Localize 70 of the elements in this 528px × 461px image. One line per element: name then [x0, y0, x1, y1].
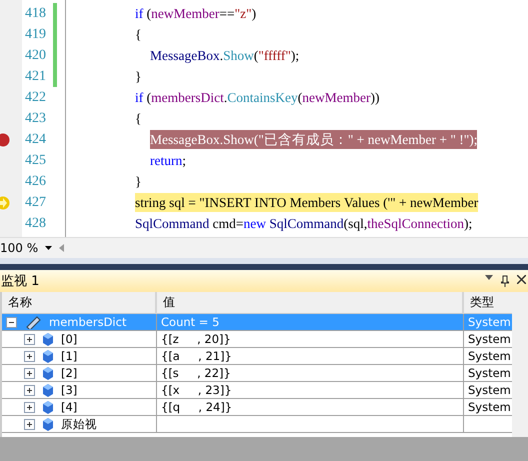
line-number: 425	[25, 152, 46, 168]
variable-name: membersDict	[49, 315, 126, 329]
close-icon[interactable]	[517, 275, 526, 284]
code-line: }	[135, 173, 142, 191]
scroll-left-icon[interactable]	[58, 244, 64, 252]
scrollbar[interactable]	[512, 292, 528, 437]
code-line: MessageBox.Show("fffff");	[150, 47, 300, 65]
field-icon	[43, 400, 53, 414]
expand-icon[interactable]	[24, 418, 35, 430]
variable-type: System.	[468, 315, 512, 329]
variable-name: [1]	[61, 349, 78, 363]
code-line: if (newMember=="z")	[135, 5, 256, 23]
dropdown-icon[interactable]	[485, 275, 493, 280]
line-number: 418	[25, 6, 46, 22]
variable-name: [3]	[61, 383, 78, 397]
variable-value: {[s , 22]}	[161, 366, 231, 380]
field-icon	[43, 366, 53, 380]
variable-name: [4]	[61, 400, 78, 414]
code-line: if (membersDict.ContainsKey(newMember))	[135, 89, 380, 107]
watch-row[interactable]: [1]	[2, 348, 157, 365]
variable-type: System.	[468, 366, 512, 380]
panel-title: 监视 1	[1, 273, 40, 290]
code-line: {	[135, 110, 142, 128]
line-number: 423	[25, 110, 46, 126]
watch-row[interactable]: 原始视	[2, 416, 157, 433]
field-icon	[43, 332, 53, 346]
watch-row[interactable]: [3]	[2, 382, 157, 399]
variable-value: Count = 5	[161, 315, 220, 329]
variable-name: 原始视	[61, 416, 97, 432]
variable-type: System.	[468, 383, 512, 397]
zoom-dropdown[interactable]: 100 %	[0, 241, 52, 255]
line-number: 427	[25, 194, 46, 210]
line-number: 419	[25, 26, 46, 42]
column-header[interactable]: 类型	[464, 292, 512, 314]
caret-icon	[45, 246, 52, 250]
variable-type: System.	[468, 332, 512, 346]
variable-type: System.	[468, 400, 512, 414]
field-icon	[43, 418, 53, 430]
variable-value: {[z , 20]}	[161, 332, 231, 346]
column-header[interactable]: 名称	[2, 292, 157, 314]
column-header[interactable]: 值	[157, 292, 464, 314]
variable-name: [0]	[61, 332, 78, 346]
line-number: 428	[25, 216, 46, 232]
code-line: return;	[150, 152, 186, 170]
line-number: 426	[25, 174, 46, 190]
variable-value: {[a , 21]}	[161, 349, 232, 363]
field-icon	[43, 384, 53, 396]
variable-name: [2]	[61, 366, 78, 380]
expand-icon[interactable]	[24, 402, 35, 412]
watch-row[interactable]: [0]	[2, 331, 157, 348]
line-number: 420	[25, 48, 46, 64]
variable-value: {[x , 23]}	[161, 383, 232, 397]
variable-value: {[q , 24]}	[161, 400, 232, 414]
line-number: 422	[25, 90, 46, 106]
expand-icon[interactable]	[24, 368, 35, 378]
variable-type: System.	[468, 349, 512, 363]
expand-icon[interactable]	[24, 350, 35, 362]
watch-row[interactable]: [2]	[2, 365, 157, 382]
field-icon	[43, 350, 53, 362]
code-line: }	[135, 68, 142, 86]
line-number: 421	[25, 68, 46, 84]
breakpoint-icon[interactable]	[0, 132, 10, 146]
code-line: {	[135, 26, 142, 44]
collapse-icon[interactable]	[6, 316, 17, 328]
watch-row[interactable]: [4]	[2, 399, 157, 416]
pin-icon[interactable]	[501, 275, 509, 287]
expand-icon[interactable]	[24, 384, 35, 396]
expand-icon[interactable]	[24, 334, 35, 344]
line-number: 424	[25, 132, 46, 148]
code-line: SqlCommand cmd=new SqlCommand(sql,theSqlConnection);	[135, 215, 472, 233]
